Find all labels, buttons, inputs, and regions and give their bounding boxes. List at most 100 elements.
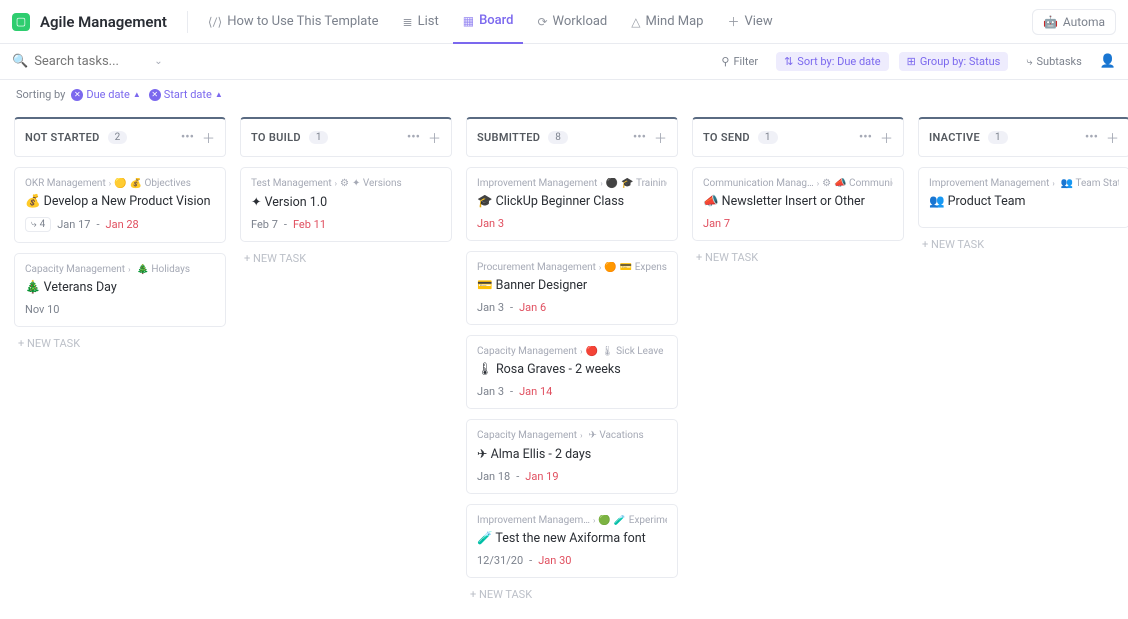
task-title: ✈ Alma Ellis - 2 days xyxy=(477,446,667,462)
add-task-icon[interactable]: ＋ xyxy=(428,128,441,147)
more-icon[interactable]: ••• xyxy=(407,130,420,145)
filter-button[interactable]: ⚲Filter xyxy=(713,52,766,71)
tab-icon: ⟨/⟩ xyxy=(208,15,222,29)
breadcrumb: Test Management›⚙✦ Versions xyxy=(251,178,441,189)
column-header[interactable]: NOT STARTED 2 ••• ＋ xyxy=(14,117,226,157)
more-icon[interactable]: ••• xyxy=(181,130,194,145)
add-task-icon[interactable]: ＋ xyxy=(654,128,667,147)
breadcrumb: Improvement Managem…›🟢🧪 Experime… xyxy=(477,515,667,526)
tab-mind-map[interactable]: △ Mind Map xyxy=(621,0,713,44)
automations-label: Automa xyxy=(1063,15,1105,29)
more-icon[interactable]: ••• xyxy=(633,130,646,145)
breadcrumb: Improvement Management›⚫🎓 Trainings xyxy=(477,178,667,189)
column-count: 2 xyxy=(108,131,128,144)
column-inactive: INACTIVE1•••＋Improvement Management›👥 Te… xyxy=(918,117,1128,611)
sort-button[interactable]: ⇅Sort by: Due date xyxy=(776,52,889,71)
column-to-send: TO SEND1•••＋Communication Manag…›⚙📣 Comm… xyxy=(692,117,904,611)
space-logo-icon: ▢ xyxy=(12,13,30,31)
task-title: 🌡 Rosa Graves - 2 weeks xyxy=(477,362,667,377)
tab-board[interactable]: ▦Board xyxy=(453,0,524,44)
more-icon[interactable]: ••• xyxy=(1085,130,1098,145)
add-view-label: View xyxy=(744,14,772,29)
new-task-button[interactable]: + NEW TASK xyxy=(466,578,678,611)
subtasks-button[interactable]: ⤷Subtasks xyxy=(1018,52,1089,72)
group-button[interactable]: ⊞Group by: Status xyxy=(899,52,1009,71)
sort-icon: ⇅ xyxy=(784,55,793,68)
column-name: NOT STARTED xyxy=(25,131,100,144)
breadcrumb: Capacity Management›🔴🌡 Sick Leave xyxy=(477,346,667,357)
column-header[interactable]: SUBMITTED 8 ••• ＋ xyxy=(466,117,678,157)
task-card[interactable]: Test Management›⚙✦ Versions ✦ Version 1.0… xyxy=(240,167,452,242)
tab-icon: ⟳ xyxy=(537,15,547,29)
new-task-button[interactable]: + NEW TASK xyxy=(692,241,904,274)
add-view-button[interactable]: ＋ View xyxy=(717,0,782,44)
close-icon[interactable]: ✕ xyxy=(149,89,161,101)
add-task-icon[interactable]: ＋ xyxy=(202,128,215,147)
tab-icon: △ xyxy=(631,15,640,29)
task-title: 🧪 Test the new Axiforma font xyxy=(477,531,667,546)
new-task-button[interactable]: + NEW TASK xyxy=(14,327,226,360)
search-input[interactable] xyxy=(34,54,144,69)
tab-icon: ▦ xyxy=(463,14,474,28)
task-meta: Jan 3 - Jan 14 xyxy=(477,385,667,398)
task-card[interactable]: Capacity Management›🎄 Holidays🎄 Veterans… xyxy=(14,253,226,327)
new-task-button[interactable]: + NEW TASK xyxy=(918,228,1128,261)
tab-label: How to Use This Template xyxy=(227,14,378,29)
task-meta: ⤷4 Jan 17 - Jan 28 xyxy=(25,217,215,232)
column-header[interactable]: TO BUILD 1 ••• ＋ xyxy=(240,117,452,157)
column-name: SUBMITTED xyxy=(477,131,540,144)
task-title: 🎄 Veterans Day xyxy=(25,280,215,295)
column-submitted: SUBMITTED 8 ••• ＋ Improvement Management›⚫🎓 … xyxy=(466,117,678,611)
task-card[interactable]: Communication Manag…›⚙📣 Communica… 📣 News… xyxy=(692,167,904,241)
breadcrumb: Communication Manag…›⚙📣 Communica… xyxy=(703,178,893,189)
subtask-icon: ⤷ xyxy=(31,219,37,230)
task-card[interactable]: Procurement Management›🟠💳 Expenses 💳 Bann… xyxy=(466,251,678,325)
new-task-button[interactable]: + NEW TASK xyxy=(240,242,452,275)
task-card[interactable]: Capacity Management›✈ Vacations✈ Alma El… xyxy=(466,419,678,494)
top-bar: ▢ Agile Management ⟨/⟩How to Use This Te… xyxy=(0,0,1128,44)
filter-bar: 🔍 ⌄ ⚲Filter ⇅Sort by: Due date ⊞Group by… xyxy=(0,44,1128,80)
task-card[interactable]: OKR Management›🟡💰 Objectives💰 Develop a … xyxy=(14,167,226,243)
filter-icon: ⚲ xyxy=(721,55,729,68)
task-card[interactable]: Improvement Managem…›🟢🧪 Experime… 🧪 Test … xyxy=(466,504,678,578)
tab-workload[interactable]: ⟳ Workload xyxy=(527,0,617,44)
task-meta: Feb 7 - Feb 11 xyxy=(251,218,441,231)
column-header[interactable]: INACTIVE1•••＋ xyxy=(918,117,1128,157)
task-title: ✦ Version 1.0 xyxy=(251,194,441,210)
tab-label: Mind Map xyxy=(646,14,704,29)
column-name: TO BUILD xyxy=(251,131,301,144)
sort-chip[interactable]: ✕Due date ▲ xyxy=(71,88,140,101)
subtask-badge: ⤷4 xyxy=(25,217,51,232)
automations-button[interactable]: 🤖 Automa xyxy=(1032,9,1116,35)
task-card[interactable]: Capacity Management›🔴🌡 Sick Leave 🌡 Rosa … xyxy=(466,335,678,409)
more-icon[interactable]: ••• xyxy=(859,130,872,145)
tab-list[interactable]: ≣List xyxy=(393,0,449,44)
column-count: 1 xyxy=(988,131,1008,144)
task-meta: Jan 3 xyxy=(477,217,667,230)
task-meta: Nov 10 xyxy=(25,303,215,316)
column-count: 8 xyxy=(548,131,568,144)
person-icon[interactable]: 👤 xyxy=(1100,54,1116,69)
sort-chip[interactable]: ✕Start date ▲ xyxy=(149,88,223,101)
add-task-icon[interactable]: ＋ xyxy=(880,128,893,147)
column-count: 1 xyxy=(758,131,778,144)
tab-how-to-use-this-template[interactable]: ⟨/⟩ How to Use This Template xyxy=(198,0,389,44)
column-count: 1 xyxy=(309,131,329,144)
task-title: 💳 Banner Designer xyxy=(477,278,667,293)
tab-label: List xyxy=(418,14,439,29)
robot-icon: 🤖 xyxy=(1043,15,1058,29)
task-title: 📣 Newsletter Insert or Other xyxy=(703,194,893,209)
plus-icon: ＋ xyxy=(727,13,739,30)
task-card[interactable]: Improvement Management›⚫🎓 Trainings🎓 Cli… xyxy=(466,167,678,241)
breadcrumb: Procurement Management›🟠💳 Expenses xyxy=(477,262,667,273)
close-icon[interactable]: ✕ xyxy=(71,89,83,101)
add-task-icon[interactable]: ＋ xyxy=(1106,128,1119,147)
tab-label: Workload xyxy=(553,14,608,29)
breadcrumb: Improvement Management›👥 Team Status xyxy=(929,178,1119,189)
task-meta: Jan 18 - Jan 19 xyxy=(477,470,667,483)
chevron-down-icon[interactable]: ⌄ xyxy=(154,56,162,67)
task-card[interactable]: Improvement Management›👥 Team Status👥 Pr… xyxy=(918,167,1128,228)
column-header[interactable]: TO SEND1•••＋ xyxy=(692,117,904,157)
sorting-label: Sorting by xyxy=(16,88,65,101)
task-title: 💰 Develop a New Product Vision xyxy=(25,194,215,209)
